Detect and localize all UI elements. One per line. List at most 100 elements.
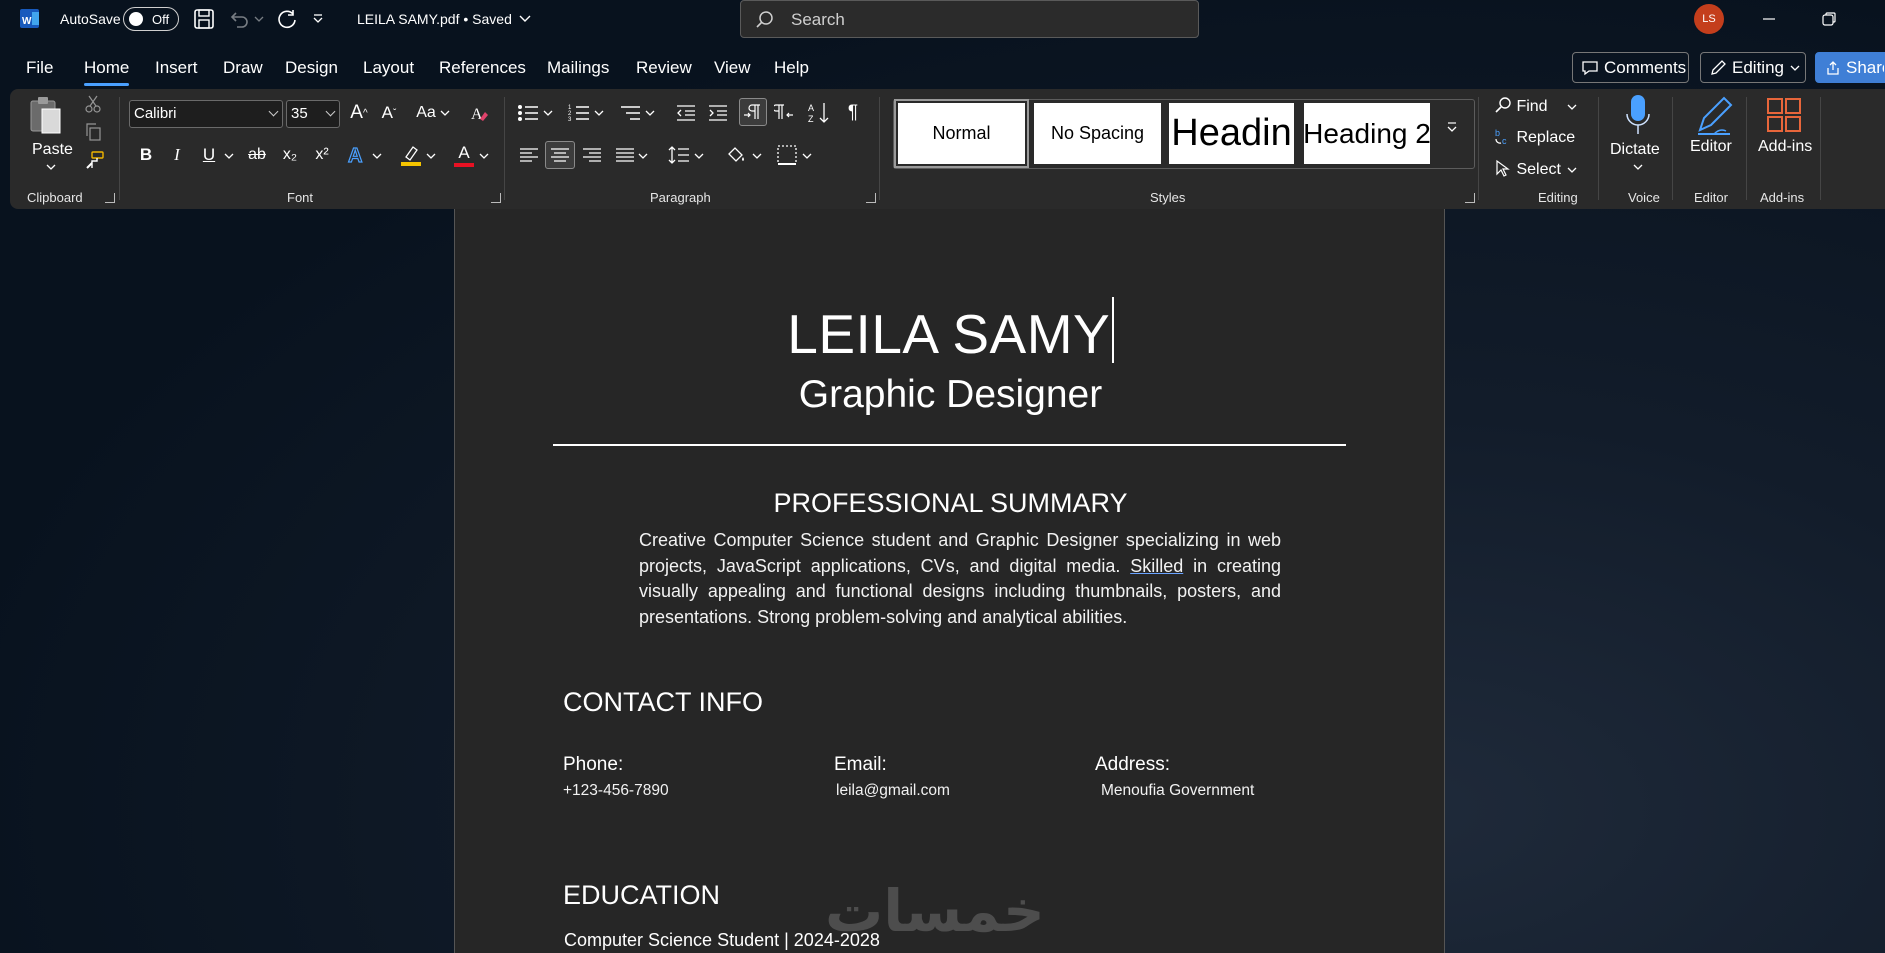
phone-value[interactable]: +123-456-7890 [563, 782, 669, 800]
rtl-direction-icon[interactable] [772, 100, 796, 124]
borders-icon[interactable] [775, 143, 799, 167]
shading-dropdown-icon[interactable] [751, 151, 763, 161]
line-spacing-icon[interactable] [667, 143, 691, 167]
comments-button[interactable]: Comments [1572, 52, 1689, 83]
tab-mailings[interactable]: Mailings [547, 58, 609, 78]
justify-dropdown-icon[interactable] [637, 151, 649, 161]
email-label[interactable]: Email: [834, 754, 887, 776]
add-ins-icon[interactable] [1765, 96, 1803, 134]
subscript-button[interactable]: x₂ [277, 142, 303, 168]
dictate-label[interactable]: Dictate [1610, 141, 1660, 159]
tab-file[interactable]: File [26, 58, 53, 78]
text-effects-dropdown-icon[interactable] [371, 151, 383, 161]
numbering-dropdown-icon[interactable] [593, 108, 605, 118]
bullets-dropdown-icon[interactable] [542, 108, 554, 118]
strikethrough-button[interactable]: ab [243, 142, 271, 168]
shading-icon[interactable] [723, 143, 749, 167]
tab-review[interactable]: Review [636, 58, 692, 78]
copy-icon[interactable] [84, 123, 102, 141]
align-right-icon[interactable] [581, 143, 603, 167]
bullets-icon[interactable] [516, 101, 540, 125]
add-ins-label[interactable]: Add-ins [1758, 138, 1812, 156]
autosave-toggle[interactable]: Off [123, 7, 179, 31]
editor-icon[interactable] [1694, 93, 1734, 137]
editor-label[interactable]: Editor [1690, 138, 1732, 156]
tab-insert[interactable]: Insert [155, 58, 198, 78]
line-spacing-dropdown-icon[interactable] [693, 151, 705, 161]
style-no-spacing[interactable]: No Spacing [1034, 103, 1161, 164]
format-painter-icon[interactable] [84, 151, 104, 169]
multilevel-list-icon[interactable] [618, 101, 642, 125]
select-button[interactable]: Select [1494, 159, 1577, 179]
paste-icon[interactable] [28, 95, 62, 135]
find-button[interactable]: Find [1494, 96, 1577, 116]
minimize-icon[interactable] [1746, 6, 1792, 32]
tab-design[interactable]: Design [285, 58, 338, 78]
bold-button[interactable]: B [134, 142, 158, 168]
clear-formatting-icon[interactable]: A [466, 99, 492, 127]
avatar[interactable]: LS [1694, 4, 1724, 34]
font-color-dropdown-icon[interactable] [478, 151, 490, 161]
tab-view[interactable]: View [714, 58, 751, 78]
phone-label[interactable]: Phone: [563, 754, 623, 776]
undo-icon[interactable] [226, 6, 252, 32]
highlight-icon[interactable] [398, 142, 424, 168]
text-effects-icon[interactable]: A [346, 142, 370, 168]
change-case-button[interactable]: Aa [413, 99, 453, 127]
save-icon[interactable] [191, 6, 217, 32]
borders-dropdown-icon[interactable] [801, 151, 813, 161]
education-heading[interactable]: EDUCATION [563, 880, 720, 911]
tab-help[interactable]: Help [774, 58, 809, 78]
share-button[interactable]: Share [1815, 52, 1885, 83]
document-title[interactable]: LEILA SAMY.pdf • Saved [357, 11, 531, 27]
search-box[interactable]: Search [740, 0, 1199, 38]
address-label[interactable]: Address: [1095, 754, 1170, 776]
style-normal[interactable]: Normal [894, 99, 1029, 168]
paragraph-launcher-icon[interactable] [866, 193, 876, 203]
spelling-flagged-word[interactable]: Skilled [1130, 556, 1183, 576]
summary-paragraph[interactable]: Creative Computer Science student and Gr… [639, 528, 1281, 630]
font-color-button[interactable]: A [452, 142, 476, 168]
italic-button[interactable]: I [165, 142, 189, 168]
justify-icon[interactable] [614, 143, 636, 167]
ltr-direction-icon[interactable] [739, 98, 767, 126]
resume-role[interactable]: Graphic Designer [455, 373, 1446, 417]
email-value[interactable]: leila@gmail.com [836, 782, 950, 800]
styles-more-icon[interactable] [1444, 113, 1460, 141]
editing-mode-button[interactable]: Editing [1700, 52, 1806, 83]
replace-button[interactable]: bc Replace [1494, 127, 1575, 147]
superscript-button[interactable]: x² [309, 142, 335, 168]
multilevel-dropdown-icon[interactable] [644, 108, 656, 118]
style-heading-1[interactable]: Headin [1169, 103, 1294, 164]
microphone-icon[interactable] [1624, 93, 1652, 137]
underline-dropdown-icon[interactable] [223, 151, 235, 161]
font-family-combo[interactable]: Calibri [129, 100, 283, 128]
cut-icon[interactable] [84, 95, 102, 113]
shrink-font-icon[interactable]: Aˇ [376, 99, 402, 127]
font-size-combo[interactable]: 35 [286, 100, 340, 128]
styles-launcher-icon[interactable] [1465, 193, 1475, 203]
clipboard-launcher-icon[interactable] [105, 193, 115, 203]
contact-heading[interactable]: CONTACT INFO [563, 687, 763, 718]
sort-icon[interactable]: AZ [806, 99, 832, 127]
document-page[interactable]: LEILA SAMY Graphic Designer PROFESSIONAL… [454, 209, 1445, 953]
summary-heading[interactable]: PROFESSIONAL SUMMARY [455, 488, 1446, 519]
align-center-icon[interactable] [545, 141, 575, 169]
increase-indent-icon[interactable] [706, 101, 730, 125]
restore-icon[interactable] [1806, 6, 1852, 32]
font-launcher-icon[interactable] [491, 193, 501, 203]
underline-button[interactable]: U [197, 142, 221, 168]
numbering-icon[interactable]: 123 [567, 101, 591, 125]
style-heading-2[interactable]: Heading 2 [1304, 103, 1430, 164]
tab-home[interactable]: Home [84, 58, 130, 86]
tab-references[interactable]: References [439, 58, 526, 78]
customize-toolbar-icon[interactable] [309, 6, 327, 32]
dictate-dropdown-icon[interactable] [1632, 162, 1644, 172]
highlight-dropdown-icon[interactable] [425, 151, 437, 161]
paste-dropdown-icon[interactable] [45, 162, 57, 172]
undo-dropdown-icon[interactable] [252, 6, 266, 32]
tab-draw[interactable]: Draw [223, 58, 263, 78]
align-left-icon[interactable] [518, 143, 540, 167]
address-value[interactable]: Menoufia Government [1101, 782, 1254, 800]
decrease-indent-icon[interactable] [674, 101, 698, 125]
